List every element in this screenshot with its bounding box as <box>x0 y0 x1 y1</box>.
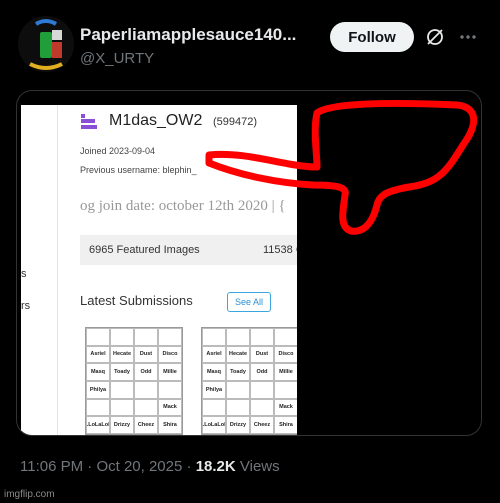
grid-cell <box>86 398 110 417</box>
og-join-date: og join date: october 12th 2020 | { <box>80 198 286 214</box>
display-name[interactable]: Paperliamapplesauce140... <box>80 25 296 45</box>
grid-cell <box>134 398 158 417</box>
views-count: 18.2K <box>195 458 236 475</box>
user-handle[interactable]: @X_URTY <box>80 50 154 67</box>
grid-cell: Toady <box>226 363 250 381</box>
grid-cell: Mack <box>274 398 297 417</box>
side-text: rs <box>21 300 31 312</box>
grid-cell: Odd <box>134 363 158 381</box>
grid-cell: Hecate <box>226 345 250 364</box>
profile-username: M1das_OW2 <box>109 112 203 129</box>
grid-cell: Millie <box>158 363 182 381</box>
post-media[interactable]: s rs M1das_OW2 (599472) Joined 2023-09-0… <box>16 90 482 436</box>
grid-cell <box>134 328 158 346</box>
grid-cell <box>110 398 134 417</box>
grid-cell: Shira <box>158 416 182 434</box>
grid-cell: Philya <box>202 380 226 399</box>
imgflip-watermark: imgflip.com <box>4 489 55 500</box>
other-stat-count: 11538 C <box>263 244 297 256</box>
grid-cell: Disco <box>158 345 182 364</box>
avatar[interactable] <box>18 16 74 72</box>
grid-cell <box>226 328 250 346</box>
grid-cell: Cheez <box>250 416 274 434</box>
post-time[interactable]: 11:06 PM <box>20 458 83 475</box>
grid-cell <box>202 398 226 417</box>
separator: · <box>83 458 97 475</box>
grid-cell <box>274 380 297 399</box>
latest-submissions-heading: Latest Submissions <box>80 293 193 308</box>
grid-cell <box>274 328 297 346</box>
grid-cell <box>86 328 110 346</box>
grid-cell: L.LoLaLola <box>202 416 226 434</box>
views-label: Views <box>235 458 280 475</box>
grid-cell: Toady <box>110 363 134 381</box>
grid-cell: Asriel <box>86 345 110 364</box>
grid-cell: Masq <box>86 363 110 381</box>
grid-cell: Philya <box>86 380 110 399</box>
grid-cell <box>226 398 250 417</box>
post-header: Paperliamapplesauce140... @X_URTY Follow <box>0 0 500 90</box>
previous-username: Previous username: blephin_ <box>80 165 197 175</box>
grid-cell <box>110 328 134 346</box>
follow-button[interactable]: Follow <box>330 22 414 52</box>
profile-screenshot: s rs M1das_OW2 (599472) Joined 2023-09-0… <box>21 105 297 435</box>
grid-cell: Masq <box>202 363 226 381</box>
grid-cell: Odd <box>250 363 274 381</box>
grid-cell: Disco <box>274 345 297 364</box>
grid-cell <box>110 380 134 399</box>
profile-user-id: (599472) <box>213 116 258 128</box>
grid-cell: Drizzy <box>226 416 250 434</box>
grid-cell: Mack <box>158 398 182 417</box>
grid-cell: Asriel <box>202 345 226 364</box>
grid-cell <box>158 328 182 346</box>
separator: · <box>182 458 196 475</box>
see-all-button: See All <box>227 292 271 312</box>
grid-cell: Hecate <box>110 345 134 364</box>
grid-cell <box>202 328 226 346</box>
post-date[interactable]: Oct 20, 2025 <box>96 458 182 475</box>
grid-cell <box>250 328 274 346</box>
grid-cell: Drizzy <box>110 416 134 434</box>
user-profile-icon <box>79 113 99 131</box>
grid-cell <box>134 380 158 399</box>
grid-cell <box>250 398 274 417</box>
grid-cell: Cheez <box>134 416 158 434</box>
joined-date: Joined 2023-09-04 <box>80 146 156 156</box>
featured-images-count: 6965 Featured Images <box>89 244 200 256</box>
submission-grid-right: Asriel Hecate Dust Disco Masq Toady Odd Millie P… <box>201 327 297 435</box>
grid-cell: Millie <box>274 363 297 381</box>
post-metadata: 11:06 PM · Oct 20, 2025 · 18.2K Views <box>20 458 280 475</box>
grid-cell: Shira <box>274 416 297 434</box>
side-text: s <box>21 268 27 280</box>
more-dots-icon[interactable] <box>458 27 478 47</box>
submission-grid-left: Asriel Hecate Dust Disco Masq Toady Odd Millie P… <box>85 327 183 435</box>
grok-slash-icon[interactable] <box>425 27 445 47</box>
grid-cell <box>250 380 274 399</box>
grid-cell: L.LoLaLola <box>86 416 110 434</box>
grid-cell <box>158 380 182 399</box>
grid-cell <box>226 380 250 399</box>
grid-cell: Dust <box>250 345 274 364</box>
grid-cell: Dust <box>134 345 158 364</box>
